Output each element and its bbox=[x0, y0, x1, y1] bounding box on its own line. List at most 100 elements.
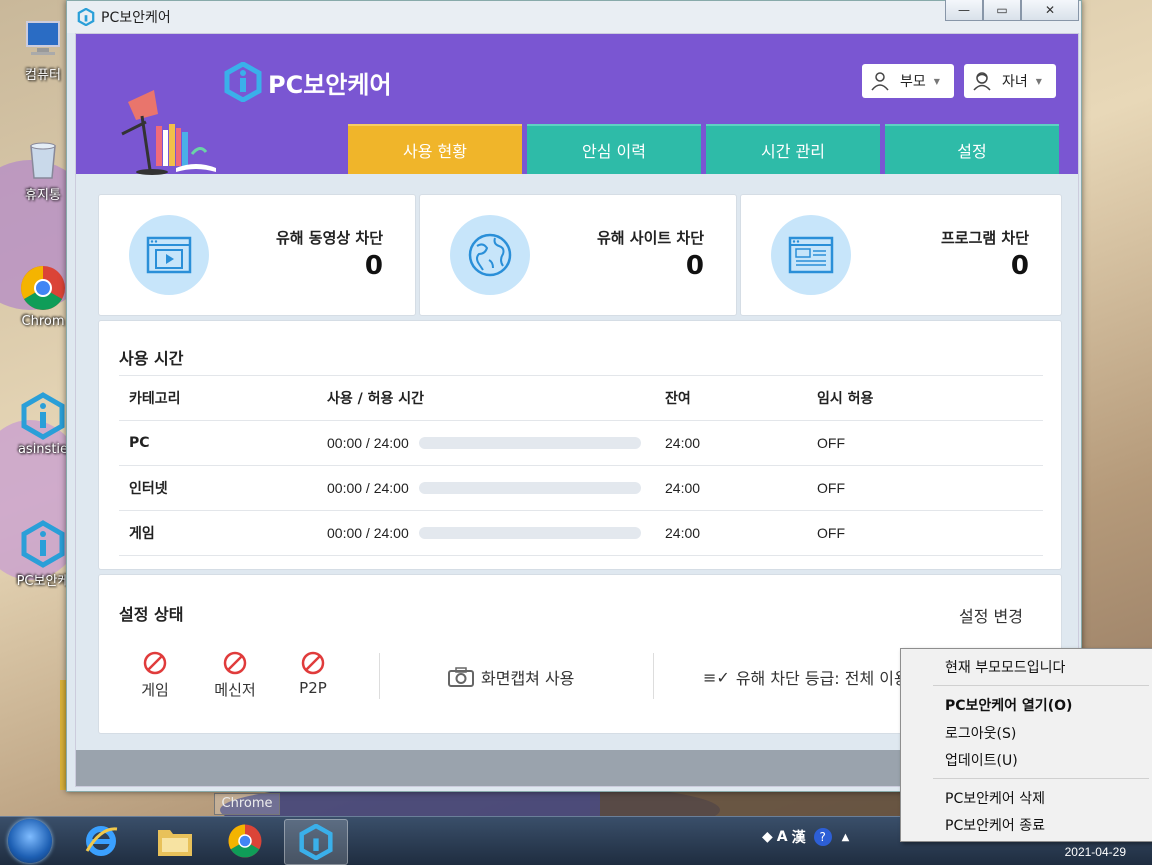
chrome-icon bbox=[228, 824, 262, 858]
usage-time-title: 사용 시간 bbox=[119, 349, 184, 368]
menu-separator bbox=[933, 685, 1149, 686]
pc-care-icon bbox=[299, 824, 333, 860]
language-globe-icon[interactable]: ◆ bbox=[762, 829, 773, 845]
tab-settings[interactable]: 설정 bbox=[885, 124, 1059, 174]
menu-item-logout[interactable]: 로그아웃(S) bbox=[945, 723, 1016, 743]
remaining-cell: 24:00 bbox=[665, 480, 701, 496]
screen-capture-label: 화면캡쳐 사용 bbox=[481, 669, 575, 688]
column-header: 사용 / 허용 시간 bbox=[327, 391, 425, 407]
table-row: 인터넷 00:00 / 24:00 24:00 OFF bbox=[119, 466, 1043, 511]
tab-safety-history[interactable]: 안심 이력 bbox=[527, 124, 701, 174]
tray-overflow-icon[interactable]: ▲ bbox=[842, 832, 850, 843]
ime-hanja-indicator[interactable]: 漢 bbox=[792, 827, 806, 847]
block-icon bbox=[143, 651, 167, 675]
column-header: 임시 허용 bbox=[817, 391, 874, 407]
harmful-block-grade-label: 유해 차단 등급: 전체 이용 bbox=[735, 669, 909, 688]
divider bbox=[379, 653, 380, 699]
change-settings-link[interactable]: 설정 변경 bbox=[959, 603, 1023, 627]
usage-table: 카테고리 사용 / 허용 시간 잔여 임시 허용 PC 00:00 / 24:0… bbox=[119, 375, 1043, 556]
temp-allow-cell: OFF bbox=[817, 480, 845, 496]
app-brand-name: PC보안케어 bbox=[268, 70, 392, 99]
column-header: 잔여 bbox=[665, 391, 691, 407]
taskbar-chrome-button[interactable] bbox=[214, 819, 276, 863]
taskbar-explorer-button[interactable] bbox=[144, 819, 206, 863]
block-icon bbox=[223, 651, 247, 675]
stat-value: 0 bbox=[1010, 251, 1029, 281]
tab-usage-status[interactable]: 사용 현황 bbox=[348, 124, 522, 174]
system-tray: ◆ A 漢 ? ▲ bbox=[762, 827, 849, 847]
time-cell: 00:00 / 24:00 bbox=[327, 480, 409, 496]
usage-progress-bar bbox=[418, 437, 641, 449]
user-icon bbox=[871, 72, 889, 91]
taskbar-pc-care-button[interactable] bbox=[284, 819, 348, 865]
remaining-cell: 24:00 bbox=[665, 435, 701, 451]
temp-allow-cell: OFF bbox=[817, 435, 845, 451]
maximize-button[interactable]: ▭ bbox=[983, 0, 1021, 21]
stat-value: 0 bbox=[364, 251, 383, 281]
ie-icon bbox=[85, 826, 118, 856]
table-row: 게임 00:00 / 24:00 24:00 OFF bbox=[119, 511, 1043, 556]
column-header: 카테고리 bbox=[129, 391, 181, 407]
divider bbox=[653, 653, 654, 699]
start-button[interactable] bbox=[8, 819, 52, 863]
app-header: PC보안케어 부모 ▼ 자녀 ▼ 사용 현황 안심 이력 시간 관리 설정 bbox=[76, 34, 1078, 175]
computer-icon bbox=[19, 14, 67, 62]
desktop-icon-label: 휴지통 bbox=[25, 188, 61, 203]
game-block-status: 게임 bbox=[125, 651, 185, 700]
main-tabs: 사용 현황 안심 이력 시간 관리 설정 bbox=[348, 124, 1064, 174]
parent-user-dropdown[interactable]: 부모 ▼ bbox=[862, 64, 954, 98]
block-label: 게임 bbox=[141, 681, 169, 699]
temp-allow-cell: OFF bbox=[817, 525, 845, 541]
taskbar-ie-button[interactable] bbox=[70, 819, 132, 863]
title-bar[interactable]: PC보안케어 — ▭ ✕ bbox=[67, 0, 1081, 33]
menu-item-uninstall[interactable]: PC보안케어 삭제 bbox=[945, 788, 1045, 808]
recycle-bin-icon bbox=[19, 134, 67, 182]
minimize-button[interactable]: — bbox=[945, 0, 983, 21]
desktop-icon-label: asinstie bbox=[17, 442, 69, 457]
desktop-icon-label: 컴퓨터 bbox=[25, 68, 61, 83]
stat-label: 유해 동영상 차단 bbox=[275, 229, 383, 247]
child-user-label: 자녀 bbox=[1002, 74, 1028, 90]
stat-value: 0 bbox=[685, 251, 704, 281]
table-header: 카테고리 사용 / 허용 시간 잔여 임시 허용 bbox=[119, 375, 1043, 421]
messenger-block-status: 메신저 bbox=[205, 651, 265, 700]
menu-item-open[interactable]: PC보안케어 열기(O) bbox=[945, 695, 1072, 715]
screen-capture-status: 화면캡쳐 사용 bbox=[447, 665, 574, 689]
video-icon-badge bbox=[129, 215, 209, 295]
usage-progress-bar bbox=[418, 482, 641, 494]
usage-progress-bar bbox=[418, 527, 641, 539]
menu-separator bbox=[933, 778, 1149, 779]
category-cell: 게임 bbox=[129, 526, 155, 542]
menu-item-update[interactable]: 업데이트(U) bbox=[945, 750, 1018, 770]
app-brand: PC보안케어 bbox=[224, 62, 392, 102]
ime-mode-indicator[interactable]: A bbox=[777, 829, 788, 845]
p2p-block-status: P2P bbox=[283, 651, 343, 697]
lamp-books-illustration bbox=[121, 90, 216, 175]
chrome-icon bbox=[19, 264, 67, 312]
globe-icon bbox=[468, 233, 512, 277]
parent-user-label: 부모 bbox=[900, 74, 926, 90]
category-cell: 인터넷 bbox=[129, 481, 168, 497]
block-label: P2P bbox=[299, 679, 327, 697]
stat-card-harmful-video: 유해 동영상 차단 0 bbox=[98, 194, 416, 316]
chevron-down-icon: ▼ bbox=[1035, 76, 1042, 86]
pc-care-icon bbox=[19, 392, 67, 440]
remaining-cell: 24:00 bbox=[665, 525, 701, 541]
close-button[interactable]: ✕ bbox=[1021, 0, 1079, 21]
tray-context-menu: 현재 부모모드입니다 PC보안케어 열기(O) 로그아웃(S) 업데이트(U) … bbox=[900, 648, 1152, 842]
block-icon bbox=[301, 651, 325, 675]
menu-item-exit[interactable]: PC보안케어 종료 bbox=[945, 815, 1045, 835]
help-icon[interactable]: ? bbox=[813, 828, 832, 846]
desktop-icon-label: Chrom bbox=[21, 314, 65, 329]
usage-time-panel: 사용 시간 카테고리 사용 / 허용 시간 잔여 임시 허용 PC 00:00 … bbox=[98, 320, 1062, 570]
clock-date[interactable]: 2021-04-29 bbox=[1065, 845, 1126, 859]
window-title: PC보안케어 bbox=[101, 10, 171, 26]
harmful-block-grade: ≡✓ 유해 차단 등급: 전체 이용 bbox=[703, 665, 909, 689]
globe-icon-badge bbox=[450, 215, 530, 295]
block-label: 메신저 bbox=[214, 681, 256, 699]
stat-card-harmful-site: 유해 사이트 차단 0 bbox=[419, 194, 737, 316]
tab-time-management[interactable]: 시간 관리 bbox=[706, 124, 880, 174]
pc-care-icon bbox=[19, 520, 67, 568]
child-user-dropdown[interactable]: 자녀 ▼ bbox=[964, 64, 1056, 98]
time-cell: 00:00 / 24:00 bbox=[327, 435, 409, 451]
